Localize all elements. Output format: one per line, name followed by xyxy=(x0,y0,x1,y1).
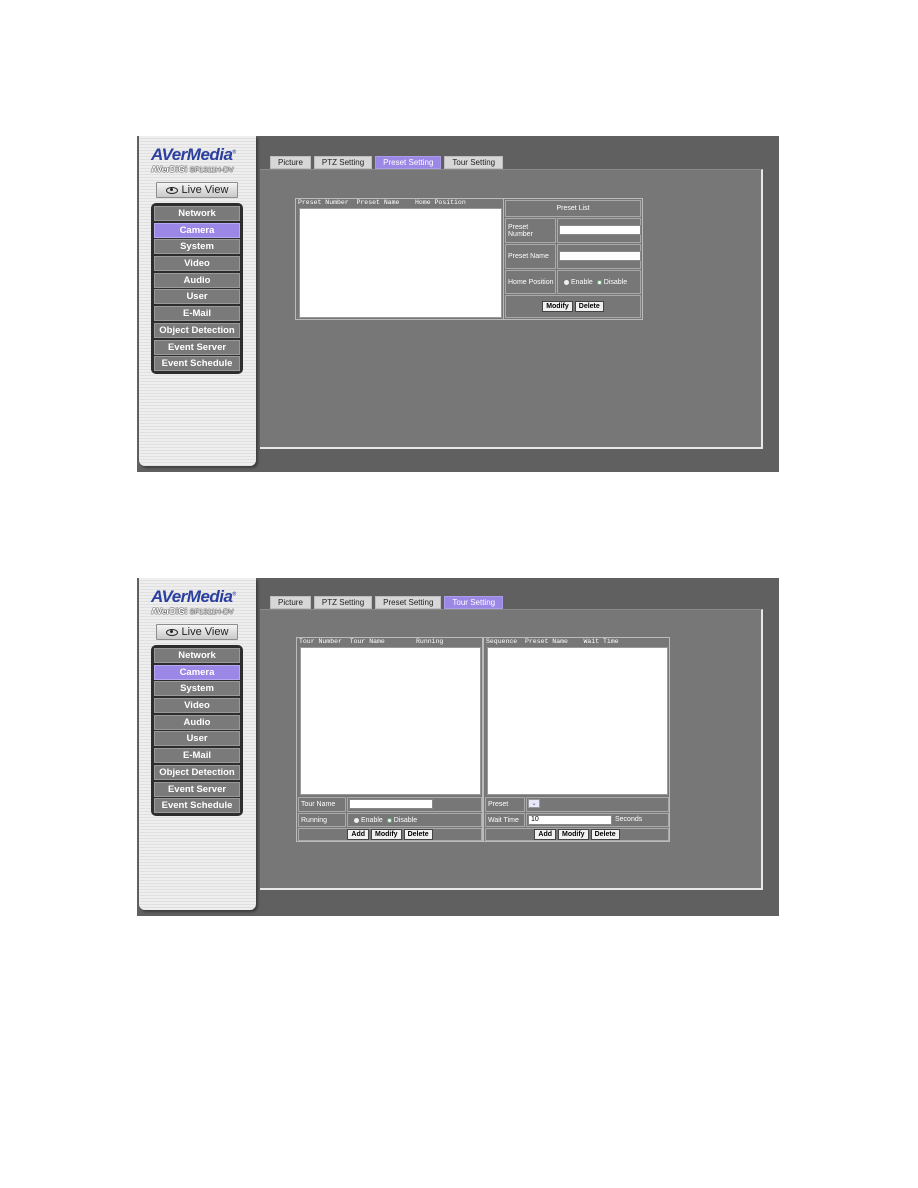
settings-menu: Network Camera System Video Audio User E… xyxy=(151,203,243,375)
chevron-down-icon: ⌄ xyxy=(531,801,537,807)
sequence-actions: Add Modify Delete xyxy=(485,828,669,841)
preset-list-header: Preset Number Preset Name Home Position xyxy=(298,199,466,206)
preset-list-panel: Preset Number Preset Name Home Position xyxy=(295,198,504,320)
menu-item-system[interactable]: System xyxy=(154,681,240,697)
preset-select[interactable]: ⌄ xyxy=(528,799,540,808)
menu-item-network[interactable]: Network xyxy=(154,206,240,221)
menu-item-email[interactable]: E-Mail xyxy=(154,306,240,322)
menu-item-user[interactable]: User xyxy=(154,731,240,747)
running-label: Running xyxy=(298,813,346,827)
product-model: AVerDiGi SF1311H-DV xyxy=(151,606,234,616)
home-position-options: Enable Disable xyxy=(557,270,641,294)
wait-time-label: Wait Time xyxy=(485,813,525,827)
eye-icon xyxy=(165,186,178,194)
menu-item-event-schedule[interactable]: Event Schedule xyxy=(154,798,240,814)
tab-tour-setting[interactable]: Tour Setting xyxy=(444,156,504,169)
tour-add-button[interactable]: Add xyxy=(347,829,370,840)
tab-ptz-setting[interactable]: PTZ Setting xyxy=(313,596,373,609)
tab-picture[interactable]: Picture xyxy=(270,596,311,609)
menu-item-camera[interactable]: Camera xyxy=(154,222,240,238)
menu-item-object-detection[interactable]: Object Detection xyxy=(154,764,240,780)
tour-setting-screenshot: AVerMedia® AVerDiGi SF1311H-DV Live View… xyxy=(137,578,779,916)
menu-item-video[interactable]: Video xyxy=(154,256,240,272)
tab-picture[interactable]: Picture xyxy=(270,156,311,169)
tour-panel: Tour Number Tour Name Running Tour Name … xyxy=(296,637,483,842)
preset-content-panel: Preset Number Preset Name Home Position … xyxy=(260,169,763,449)
preset-select-cell xyxy=(526,797,669,812)
tour-actions: Add Modify Delete xyxy=(298,828,482,841)
home-position-label: Home Position xyxy=(505,270,556,294)
sequence-panel: Sequence Preset Name Wait Time Preset ⌄ … xyxy=(483,637,670,842)
tab-preset-setting[interactable]: Preset Setting xyxy=(375,156,442,169)
preset-form: Preset List Preset Number Preset Name Ho… xyxy=(503,198,643,320)
menu-item-event-server[interactable]: Event Server xyxy=(154,339,240,355)
sidebar: AVerMedia® AVerDiGi SF1311H-DV Live View… xyxy=(139,578,256,910)
delete-button[interactable]: Delete xyxy=(574,301,604,312)
tour-list-header: Tour Number Tour Name Running xyxy=(299,638,444,645)
running-disable-radio[interactable] xyxy=(386,817,392,823)
tab-tour-setting[interactable]: Tour Setting xyxy=(444,596,504,609)
menu-item-object-detection[interactable]: Object Detection xyxy=(154,322,240,338)
menu-item-network[interactable]: Network xyxy=(154,648,240,663)
eye-icon xyxy=(165,628,178,636)
preset-list[interactable] xyxy=(299,208,502,318)
preset-name-input[interactable] xyxy=(559,251,641,261)
tab-preset-setting[interactable]: Preset Setting xyxy=(375,596,442,609)
menu-item-audio[interactable]: Audio xyxy=(154,272,240,288)
running-enable-radio[interactable] xyxy=(354,817,359,823)
product-model: AVerDiGi SF1311H-DV xyxy=(151,164,234,174)
sequence-add-button[interactable]: Add xyxy=(534,829,557,840)
menu-item-video[interactable]: Video xyxy=(154,698,240,714)
live-view-button[interactable]: Live View xyxy=(156,182,238,198)
sidebar: AVerMedia® AVerDiGi SF1311H-DV Live View… xyxy=(139,136,256,466)
running-options: Enable Disable xyxy=(347,813,482,827)
menu-item-user[interactable]: User xyxy=(154,289,240,305)
tour-name-input[interactable] xyxy=(349,799,433,809)
preset-number-label: Preset Number xyxy=(505,218,556,243)
sequence-list[interactable] xyxy=(487,647,668,795)
tour-list[interactable] xyxy=(300,647,481,795)
menu-item-email[interactable]: E-Mail xyxy=(154,748,240,764)
menu-item-system[interactable]: System xyxy=(154,239,240,255)
preset-name-label: Preset Name xyxy=(505,244,556,269)
settings-menu: Network Camera System Video Audio User E… xyxy=(151,645,243,817)
home-position-disable-radio[interactable] xyxy=(596,279,602,285)
home-position-enable-radio[interactable] xyxy=(564,279,569,285)
preset-list-title: Preset List xyxy=(505,200,641,217)
tab-ptz-setting[interactable]: PTZ Setting xyxy=(313,156,373,169)
wait-time-input[interactable]: 10 xyxy=(528,815,612,825)
sequence-list-header: Sequence Preset Name Wait Time xyxy=(486,638,619,645)
settings-tabs: Picture PTZ Setting Preset Setting Tour … xyxy=(270,596,504,609)
tour-name-label: Tour Name xyxy=(298,797,346,812)
menu-item-audio[interactable]: Audio xyxy=(154,714,240,730)
preset-number-input[interactable] xyxy=(559,225,641,235)
settings-tabs: Picture PTZ Setting Preset Setting Tour … xyxy=(270,156,504,169)
preset-actions: Modify Delete xyxy=(505,295,641,318)
modify-button[interactable]: Modify xyxy=(542,301,573,312)
tour-delete-button[interactable]: Delete xyxy=(403,829,433,840)
preset-label: Preset xyxy=(485,797,525,812)
preset-setting-screenshot: AVerMedia® AVerDiGi SF1311H-DV Live View… xyxy=(137,136,779,472)
menu-item-camera[interactable]: Camera xyxy=(154,664,240,680)
avermedia-logo: AVerMedia® xyxy=(151,587,236,606)
menu-item-event-schedule[interactable]: Event Schedule xyxy=(154,356,240,372)
tour-modify-button[interactable]: Modify xyxy=(371,829,402,840)
menu-item-event-server[interactable]: Event Server xyxy=(154,781,240,797)
sequence-delete-button[interactable]: Delete xyxy=(590,829,620,840)
avermedia-logo: AVerMedia® xyxy=(151,145,236,164)
sequence-modify-button[interactable]: Modify xyxy=(558,829,589,840)
tour-content-panel: Tour Number Tour Name Running Tour Name … xyxy=(260,609,763,890)
live-view-button[interactable]: Live View xyxy=(156,624,238,640)
wait-time-unit: Seconds xyxy=(615,816,643,823)
